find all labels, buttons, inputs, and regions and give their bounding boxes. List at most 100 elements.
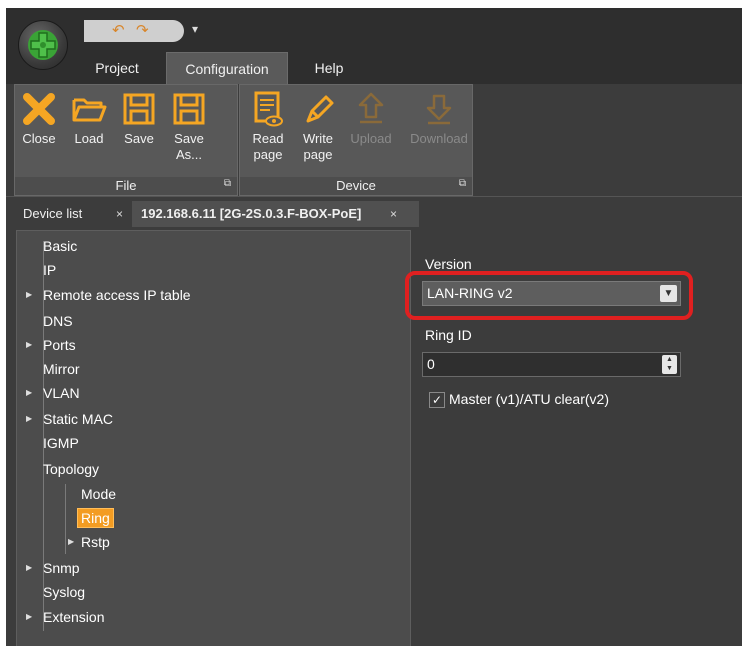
- version-label: Version: [425, 256, 472, 272]
- tree-item-label: DNS: [43, 313, 73, 329]
- close-icon: [23, 93, 55, 125]
- upload-icon: [358, 92, 384, 124]
- expand-arrow-icon[interactable]: ▶: [26, 284, 32, 306]
- tree-item-label: Syslog: [43, 584, 86, 600]
- master-checkbox-label: Master (v1)/ATU clear(v2): [449, 391, 609, 407]
- red-highlight-box: [405, 271, 693, 320]
- file-group: Close Load Save Save As... File ⧉: [14, 84, 238, 196]
- upload-button[interactable]: Upload: [348, 89, 394, 147]
- tree-item-label: Basic: [43, 238, 78, 254]
- tree-item-ring[interactable]: Ring: [77, 507, 114, 529]
- file-group-launcher-icon[interactable]: ⧉: [224, 175, 231, 193]
- tab-device-list-label: Device list: [23, 206, 83, 221]
- tab-configuration[interactable]: Configuration: [166, 52, 288, 85]
- expand-arrow-icon[interactable]: ▶: [26, 557, 32, 579]
- close-tab-icon[interactable]: ×: [390, 201, 397, 227]
- ring-id-label: Ring ID: [425, 327, 472, 343]
- expand-arrow-icon[interactable]: ▶: [68, 531, 74, 553]
- close-tab-icon[interactable]: ×: [116, 201, 123, 227]
- tree-item-label: Extension: [43, 609, 105, 625]
- tree-item-label: Static MAC: [43, 411, 114, 427]
- file-group-title: File: [115, 178, 137, 193]
- save-as-icon: [173, 93, 205, 125]
- ring-id-stepper[interactable]: 0 ▲ ▼: [422, 352, 681, 377]
- tree-item-label: Remote access IP table: [43, 287, 191, 303]
- read-page-label: Read page: [252, 131, 284, 162]
- app-menu-button[interactable]: [18, 20, 68, 70]
- load-button[interactable]: Load: [66, 89, 112, 147]
- customize-toolbar-icon[interactable]: ▾: [192, 22, 198, 36]
- app-window: ↶ ↷ ▾ Project Configuration Help Close L…: [6, 8, 742, 646]
- increment-icon[interactable]: ▲: [662, 355, 677, 364]
- master-checkbox[interactable]: ✓: [429, 392, 445, 408]
- tree-item-label: Ports: [43, 337, 76, 353]
- ribbon-tab-row: Project Configuration Help: [6, 52, 742, 85]
- navigation-tree: Basic IP ▶ Remote access IP table DNS ▶ Po…: [16, 230, 411, 646]
- redo-icon[interactable]: ↷: [136, 21, 149, 39]
- document-tab-strip: Device list × 192.168.6.11 [2G-2S.0.3.F-…: [6, 201, 742, 227]
- tree-item-remote-access[interactable]: ▶ Remote access IP table: [26, 284, 191, 306]
- file-group-label: File ⧉: [15, 177, 237, 195]
- write-page-label: Write page: [302, 131, 334, 162]
- expand-arrow-icon[interactable]: ▶: [26, 382, 32, 404]
- tree-item-topology[interactable]: Topology: [43, 458, 99, 480]
- tree-item-ports[interactable]: ▶ Ports: [26, 334, 76, 356]
- device-group-launcher-icon[interactable]: ⧉: [459, 175, 466, 193]
- folder-open-icon: [72, 98, 107, 122]
- save-as-label: Save As...: [174, 131, 204, 162]
- tab-device-config-label: 192.168.6.11 [2G-2S.0.3.F-BOX-PoE]: [141, 206, 362, 221]
- tree-item-extension[interactable]: ▶ Extension: [26, 606, 105, 628]
- ring-settings-panel: Version LAN-RING v2 ▼ Ring ID 0 ▲ ▼ ✓ Ma…: [405, 230, 742, 646]
- tree-item-ip[interactable]: IP: [43, 259, 56, 281]
- download-button[interactable]: Download: [408, 89, 470, 147]
- tree-item-label: Mirror: [43, 361, 80, 377]
- tree-item-static-mac[interactable]: ▶ Static MAC: [26, 408, 114, 430]
- load-label: Load: [74, 131, 104, 146]
- ribbon: Close Load Save Save As... File ⧉ Read p…: [6, 84, 742, 197]
- tree-item-label: Snmp: [43, 560, 80, 576]
- stepper-buttons: ▲ ▼: [662, 355, 677, 374]
- tree-item-label: Mode: [81, 486, 117, 502]
- save-button[interactable]: Save: [116, 89, 162, 147]
- tab-project[interactable]: Project: [81, 52, 153, 84]
- tree-item-mirror[interactable]: Mirror: [43, 358, 80, 380]
- tree-item-rstp[interactable]: ▶ Rstp: [68, 531, 110, 553]
- close-button[interactable]: Close: [16, 89, 62, 147]
- tree-item-basic[interactable]: Basic: [43, 235, 77, 257]
- tree-item-label: Topology: [43, 461, 100, 477]
- undo-icon[interactable]: ↶: [112, 21, 125, 39]
- tree-item-label: VLAN: [43, 385, 80, 401]
- tree-item-snmp[interactable]: ▶ Snmp: [26, 557, 80, 579]
- write-page-icon: [306, 95, 334, 123]
- expand-arrow-icon[interactable]: ▶: [26, 408, 32, 430]
- expand-arrow-icon[interactable]: ▶: [26, 334, 32, 356]
- download-label: Download: [410, 131, 468, 146]
- close-label: Close: [22, 131, 56, 146]
- device-group-label: Device ⧉: [240, 177, 472, 195]
- tree-item-dns[interactable]: DNS: [43, 310, 73, 332]
- upload-label: Upload: [350, 131, 392, 146]
- tree-item-igmp[interactable]: IGMP: [43, 432, 79, 454]
- tree-item-label: IGMP: [43, 435, 79, 451]
- app-logo-icon: [28, 30, 58, 60]
- read-page-button[interactable]: Read page: [245, 89, 291, 163]
- tab-help[interactable]: Help: [300, 52, 358, 84]
- tree-item-syslog[interactable]: Syslog: [43, 581, 85, 603]
- save-icon: [123, 93, 155, 125]
- tree-item-label: Rstp: [81, 534, 110, 550]
- save-as-button[interactable]: Save As...: [166, 89, 212, 163]
- expand-arrow-icon[interactable]: ▶: [26, 606, 32, 628]
- device-group: Read page Write page Upload Download Dev…: [239, 84, 473, 196]
- quick-access-toolbar: ↶ ↷: [84, 20, 184, 42]
- decrement-icon[interactable]: ▼: [662, 364, 677, 373]
- tree-item-vlan[interactable]: ▶ VLAN: [26, 382, 80, 404]
- write-page-button[interactable]: Write page: [295, 89, 341, 163]
- tab-device-list[interactable]: Device list ×: [14, 201, 138, 227]
- download-icon: [426, 94, 452, 125]
- tree-guide-line: [65, 484, 66, 554]
- save-label: Save: [124, 131, 154, 146]
- tab-device-config[interactable]: 192.168.6.11 [2G-2S.0.3.F-BOX-PoE] ×: [132, 201, 419, 227]
- tree-item-label: IP: [43, 262, 57, 278]
- tree-item-mode[interactable]: Mode: [81, 483, 116, 505]
- tree-item-label: Ring: [77, 508, 114, 528]
